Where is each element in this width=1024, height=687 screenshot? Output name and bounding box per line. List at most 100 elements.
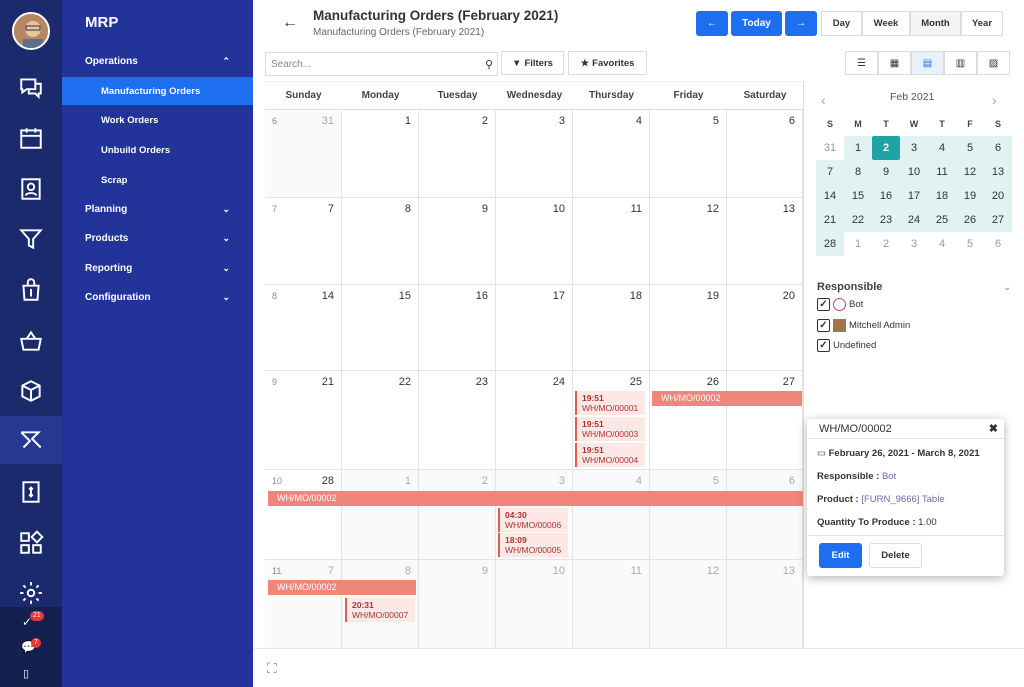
mini-calendar-day[interactable]: 6 [984, 232, 1012, 256]
mini-calendar-day[interactable]: 23 [872, 208, 900, 232]
calendar-event-bar[interactable]: WH/MO/00002 [652, 391, 802, 406]
mini-calendar-day[interactable]: 7 [816, 160, 844, 184]
crm-filter-icon[interactable] [17, 225, 45, 253]
day-cell[interactable]: 9 [419, 560, 496, 649]
menu-item-scrap[interactable]: Scrap [101, 175, 127, 186]
day-cell[interactable]: 16 [419, 285, 496, 371]
apps-icon[interactable] [17, 529, 45, 557]
mini-calendar-day[interactable]: 12 [956, 160, 984, 184]
list-view-icon[interactable]: ☰ [845, 51, 878, 75]
day-cell[interactable]: 8 [342, 198, 419, 285]
mini-calendar-day[interactable]: 14 [816, 184, 844, 208]
calendar-event[interactable]: 04:30 WH/MO/00006 [498, 508, 568, 532]
day-cell[interactable]: 11 [573, 560, 650, 649]
day-cell[interactable]: 10 [496, 560, 573, 649]
day-cell[interactable]: 9 [419, 198, 496, 285]
calendar-event-bar[interactable]: WH/MO/00002 [268, 580, 416, 595]
day-cell[interactable]: 13 [727, 198, 803, 285]
day-cell[interactable]: 10 28 [265, 470, 342, 560]
menu-section-operations[interactable]: Operations ⌃ [85, 56, 253, 67]
mini-calendar-day[interactable]: 21 [816, 208, 844, 232]
mini-calendar-day[interactable]: 10 [900, 160, 928, 184]
day-cell[interactable]: 12 [650, 560, 727, 649]
calendar-event[interactable]: 18:09 WH/MO/00005 [498, 533, 568, 557]
pivot-view-icon[interactable]: ▥ [944, 51, 977, 75]
mini-calendar-day[interactable]: 2 [872, 232, 900, 256]
user-avatar[interactable] [12, 12, 50, 50]
day-cell[interactable]: 19 [650, 285, 727, 371]
mini-calendar-day[interactable]: 3 [900, 232, 928, 256]
purchase-basket-icon[interactable] [17, 327, 45, 355]
mini-calendar-day[interactable]: 1 [844, 136, 872, 160]
day-cell[interactable]: 5 [650, 470, 727, 560]
day-cell[interactable]: 11 7 [265, 560, 342, 649]
discuss-icon[interactable] [17, 73, 45, 101]
today-button[interactable]: Today [731, 11, 782, 36]
day-cell[interactable]: 22 [342, 371, 419, 470]
mini-calendar-day[interactable]: 24 [900, 208, 928, 232]
graph-view-icon[interactable]: ▨ [977, 51, 1010, 75]
day-cell[interactable]: 18 [573, 285, 650, 371]
mini-calendar-day[interactable]: 9 [872, 160, 900, 184]
calendar-event[interactable]: 20:31 WH/MO/00007 [345, 598, 415, 622]
day-cell[interactable]: 4 [573, 470, 650, 560]
responsible-undefined[interactable]: ✓ Undefined [817, 339, 876, 352]
filters-button[interactable]: ▼ Filters [501, 51, 564, 75]
day-cell[interactable]: 5 [650, 110, 727, 198]
settings-icon[interactable] [17, 579, 45, 607]
chevron-down-icon[interactable]: ⌄ [1003, 282, 1011, 293]
mini-calendar-day[interactable]: 5 [956, 136, 984, 160]
contacts-icon[interactable] [17, 175, 45, 203]
day-cell[interactable]: 4 [573, 110, 650, 198]
day-cell[interactable]: 1 [342, 470, 419, 560]
back-arrow-icon[interactable]: ← [282, 14, 298, 32]
search-input[interactable]: Search... ⚲ [265, 52, 498, 76]
day-cell[interactable]: 3 [496, 110, 573, 198]
menu-item-unbuild-orders[interactable]: Unbuild Orders [101, 145, 170, 156]
mini-calendar-day[interactable]: 6 [984, 136, 1012, 160]
calendar-icon[interactable] [17, 124, 45, 152]
mini-calendar-day[interactable]: 19 [956, 184, 984, 208]
menu-section-products[interactable]: Products ⌄ [85, 233, 253, 244]
calendar-event-bar[interactable]: WH/MO/00002 [268, 491, 803, 506]
calendar-view-icon[interactable]: ▤ [911, 51, 944, 75]
mini-next-icon[interactable]: › [992, 92, 997, 108]
responsible-bot[interactable]: ✓ Bot [817, 298, 863, 311]
mini-prev-icon[interactable]: ‹ [821, 92, 826, 108]
delete-button[interactable]: Delete [869, 543, 922, 568]
calendar-event[interactable]: 19:51 WH/MO/00001 [575, 391, 645, 415]
menu-section-planning[interactable]: Planning ⌄ [85, 204, 253, 215]
day-cell[interactable]: 17 [496, 285, 573, 371]
checkbox-checked-icon[interactable]: ✓ [817, 319, 830, 332]
mini-calendar-day[interactable]: 4 [928, 136, 956, 160]
day-cell[interactable]: 10 [496, 198, 573, 285]
menu-section-reporting[interactable]: Reporting ⌄ [85, 263, 253, 274]
day-cell[interactable]: 23 [419, 371, 496, 470]
close-icon[interactable]: ✖ [989, 422, 998, 435]
day-cell[interactable]: 6 [727, 110, 803, 198]
day-cell[interactable]: 1 [342, 110, 419, 198]
next-button[interactable]: → [785, 11, 817, 36]
day-cell[interactable]: 2 [419, 110, 496, 198]
day-cell[interactable]: 24 [496, 371, 573, 470]
mini-calendar-day[interactable]: 3 [900, 136, 928, 160]
day-cell[interactable]: 26 [650, 371, 727, 470]
inventory-box-icon[interactable] [17, 377, 45, 405]
mini-calendar-day[interactable]: 18 [928, 184, 956, 208]
day-cell[interactable]: 13 [727, 560, 803, 649]
day-cell[interactable]: 15 [342, 285, 419, 371]
day-cell[interactable]: 6 [727, 470, 803, 560]
year-view-button[interactable]: Year [961, 11, 1003, 36]
day-cell[interactable]: 12 [650, 198, 727, 285]
responsible-mitchell[interactable]: ✓ Mitchell Admin [817, 319, 910, 332]
calendar-event[interactable]: 19:51 WH/MO/00004 [575, 443, 645, 467]
sales-bag-icon[interactable] [17, 276, 45, 304]
mini-calendar-day[interactable]: 17 [900, 184, 928, 208]
day-cell[interactable]: 6 31 [265, 110, 342, 198]
menu-section-configuration[interactable]: Configuration ⌄ [85, 292, 253, 303]
mini-calendar-day[interactable]: 2 [872, 136, 900, 160]
mini-calendar-day[interactable]: 4 [928, 232, 956, 256]
day-view-button[interactable]: Day [821, 11, 862, 36]
invoicing-icon[interactable] [17, 478, 45, 506]
week-view-button[interactable]: Week [862, 11, 910, 36]
